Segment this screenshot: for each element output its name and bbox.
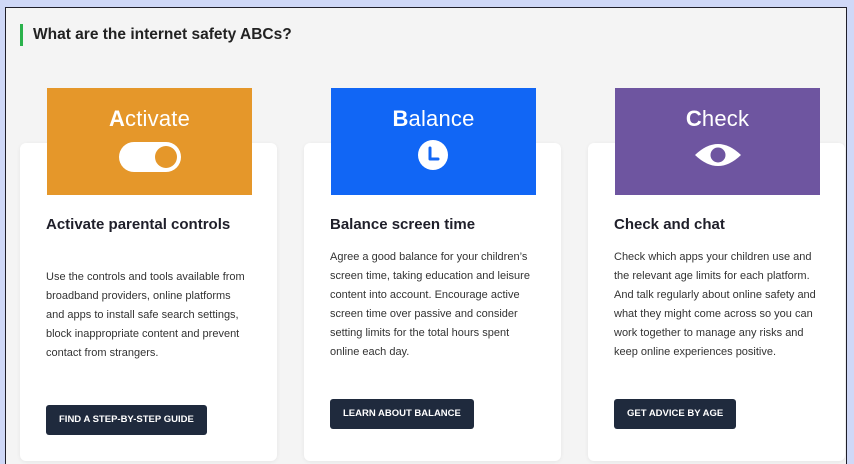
get-advice-by-age-button[interactable]: GET ADVICE BY AGE [614,399,737,429]
clock-icon [418,140,448,170]
activate-card-title: Activate parental controls [46,216,231,233]
check-tile: Check [615,88,820,195]
eye-icon [695,144,741,166]
balance-card-title: Balance screen time [330,216,476,233]
activate-tile-title: Activate [47,106,252,132]
activate-tile: Activate [47,88,252,195]
balance-tile-letter: B [392,106,409,131]
check-tile-title: Check [615,106,820,132]
learn-about-balance-button[interactable]: LEARN ABOUT BALANCE [330,399,474,429]
section-heading: What are the internet safety ABCs? [20,24,292,46]
check-card-text: Check which apps your children use and t… [614,251,816,358]
check-tile-rest: heck [701,106,750,131]
balance-tile-rest: alance [408,106,475,131]
check-tile-letter: C [685,106,702,131]
activate-tile-rest: ctivate [125,106,191,131]
toggle-switch-icon [119,142,181,172]
page-frame: What are the internet safety ABCs? Activ… [5,7,847,464]
check-card-title: Check and chat [614,216,725,233]
activate-card-text: Use the controls and tools available fro… [46,271,245,359]
balance-tile-title: Balance [331,106,536,132]
activate-tile-letter: A [108,106,126,131]
balance-tile: Balance [331,88,536,195]
balance-card-text: Agree a good balance for your children’s… [330,251,530,358]
find-step-by-step-guide-button[interactable]: FIND A STEP-BY-STEP GUIDE [46,405,207,435]
